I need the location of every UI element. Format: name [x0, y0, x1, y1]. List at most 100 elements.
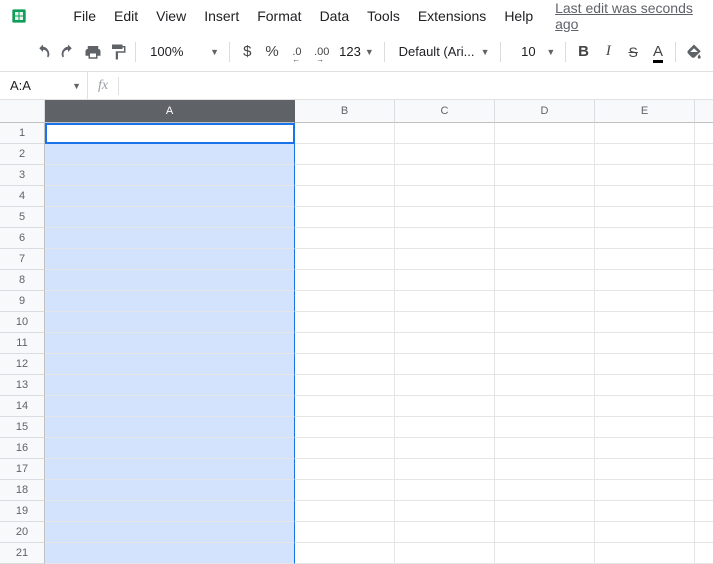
select-all-corner[interactable] — [0, 100, 45, 123]
cell[interactable] — [495, 123, 595, 144]
currency-button[interactable]: $ — [236, 38, 259, 66]
cell[interactable] — [295, 354, 395, 375]
cell[interactable] — [295, 228, 395, 249]
row-header[interactable]: 7 — [0, 249, 45, 270]
cell[interactable] — [395, 312, 495, 333]
cell[interactable] — [395, 438, 495, 459]
fill-color-button[interactable] — [682, 38, 705, 66]
cell[interactable] — [395, 144, 495, 165]
cell[interactable] — [295, 186, 395, 207]
menu-tools[interactable]: Tools — [359, 4, 408, 28]
cell[interactable] — [45, 312, 295, 333]
cell[interactable] — [595, 165, 695, 186]
row-header[interactable]: 8 — [0, 270, 45, 291]
cell[interactable] — [595, 186, 695, 207]
cell[interactable] — [395, 522, 495, 543]
menu-data[interactable]: Data — [312, 4, 358, 28]
cell[interactable] — [45, 207, 295, 228]
bold-button[interactable]: B — [572, 38, 595, 66]
cell[interactable] — [595, 354, 695, 375]
cell[interactable] — [495, 354, 595, 375]
cell[interactable] — [495, 480, 595, 501]
cell[interactable] — [595, 480, 695, 501]
row-header[interactable]: 3 — [0, 165, 45, 186]
font-size-dropdown[interactable]: 10 ▼ — [506, 38, 559, 66]
cell[interactable] — [45, 270, 295, 291]
cell[interactable] — [495, 228, 595, 249]
cell[interactable] — [595, 228, 695, 249]
paint-format-button[interactable] — [106, 38, 129, 66]
cell[interactable] — [495, 459, 595, 480]
column-header-b[interactable]: B — [295, 100, 395, 123]
row-header[interactable]: 14 — [0, 396, 45, 417]
percent-button[interactable]: % — [261, 38, 284, 66]
cell[interactable] — [695, 270, 713, 291]
row-header[interactable]: 17 — [0, 459, 45, 480]
cell[interactable] — [495, 396, 595, 417]
cell[interactable] — [495, 207, 595, 228]
cell[interactable] — [295, 459, 395, 480]
column-header-e[interactable]: E — [595, 100, 695, 123]
text-color-button[interactable]: A — [647, 38, 670, 66]
cell[interactable] — [45, 459, 295, 480]
cell[interactable] — [695, 417, 713, 438]
menu-edit[interactable]: Edit — [106, 4, 146, 28]
cell[interactable] — [295, 165, 395, 186]
cell[interactable] — [595, 123, 695, 144]
column-header-c[interactable]: C — [395, 100, 495, 123]
column-header-d[interactable]: D — [495, 100, 595, 123]
column-header-extra[interactable] — [695, 100, 713, 123]
cell[interactable] — [395, 375, 495, 396]
cell[interactable] — [45, 480, 295, 501]
cell[interactable] — [45, 501, 295, 522]
cell[interactable] — [395, 228, 495, 249]
number-format-dropdown[interactable]: 123 ▼ — [335, 38, 378, 66]
cell[interactable] — [395, 291, 495, 312]
row-header[interactable]: 20 — [0, 522, 45, 543]
formula-input[interactable] — [119, 72, 713, 99]
row-header[interactable]: 4 — [0, 186, 45, 207]
cell[interactable] — [695, 480, 713, 501]
cell[interactable] — [495, 144, 595, 165]
menu-insert[interactable]: Insert — [196, 4, 247, 28]
cell[interactable] — [595, 144, 695, 165]
cell[interactable] — [395, 186, 495, 207]
cell[interactable] — [695, 144, 713, 165]
cell[interactable] — [45, 543, 295, 564]
cell[interactable] — [695, 438, 713, 459]
cell[interactable] — [395, 396, 495, 417]
cell[interactable] — [695, 459, 713, 480]
cell[interactable] — [595, 501, 695, 522]
column-header-a[interactable]: A — [45, 100, 295, 123]
cell[interactable] — [395, 354, 495, 375]
cell[interactable] — [595, 375, 695, 396]
cell[interactable] — [595, 522, 695, 543]
cell[interactable] — [45, 144, 295, 165]
menu-help[interactable]: Help — [496, 4, 541, 28]
cell[interactable] — [395, 417, 495, 438]
cell[interactable] — [595, 249, 695, 270]
cell[interactable] — [295, 333, 395, 354]
cell[interactable] — [395, 123, 495, 144]
cell[interactable] — [595, 291, 695, 312]
cell[interactable] — [45, 417, 295, 438]
row-header[interactable]: 21 — [0, 543, 45, 564]
cell[interactable] — [495, 270, 595, 291]
cell[interactable] — [495, 165, 595, 186]
cell[interactable] — [395, 165, 495, 186]
cell[interactable] — [695, 228, 713, 249]
cell[interactable] — [695, 291, 713, 312]
decrease-decimal-button[interactable]: .0← — [286, 38, 309, 66]
sheets-logo-icon[interactable] — [4, 4, 35, 28]
cell[interactable] — [295, 522, 395, 543]
row-header[interactable]: 12 — [0, 354, 45, 375]
cell[interactable] — [395, 270, 495, 291]
undo-button[interactable] — [32, 38, 55, 66]
print-button[interactable] — [82, 38, 105, 66]
cell[interactable] — [495, 291, 595, 312]
cell[interactable] — [495, 249, 595, 270]
cell[interactable] — [395, 543, 495, 564]
cell[interactable] — [595, 333, 695, 354]
cell[interactable] — [695, 375, 713, 396]
cell[interactable] — [495, 501, 595, 522]
